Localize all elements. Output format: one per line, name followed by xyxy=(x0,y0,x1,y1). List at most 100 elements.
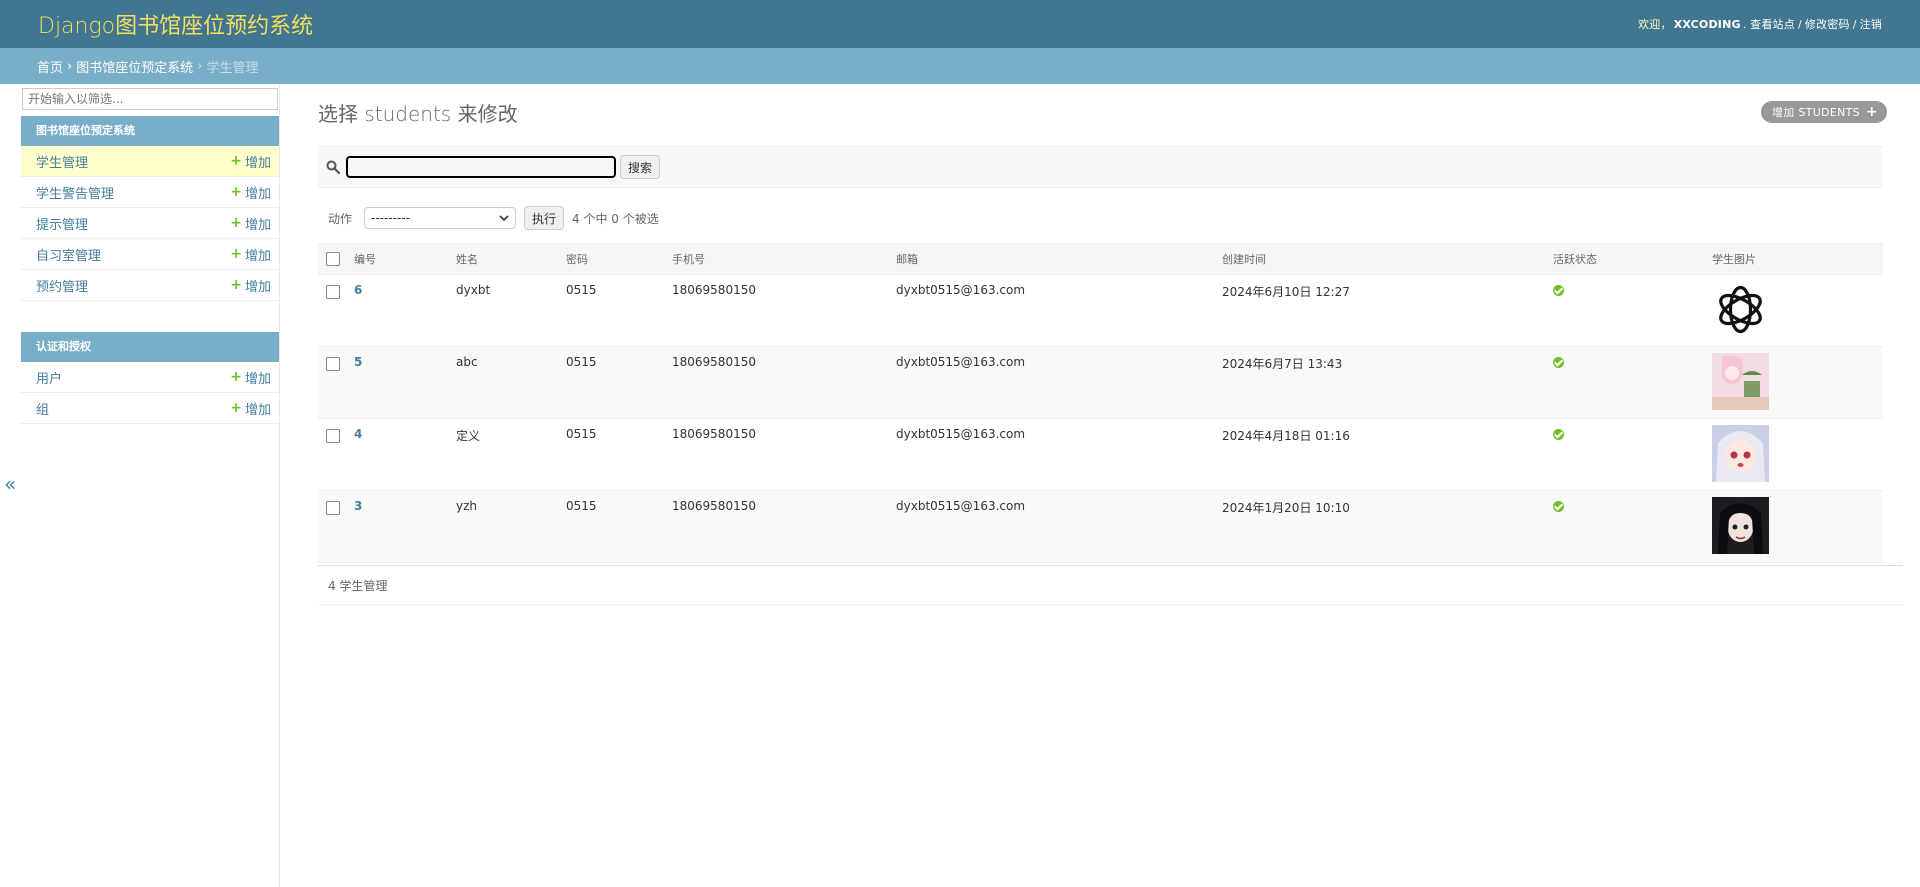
add-link[interactable]: + 增加 xyxy=(230,152,271,171)
cell-created: 2024年1月20日 10:10 xyxy=(1216,490,1547,563)
cell-password: 0515 xyxy=(560,418,666,491)
row-checkbox[interactable] xyxy=(326,501,340,515)
search-toolbar: 搜索 xyxy=(318,146,1883,188)
check-circle-icon xyxy=(1553,501,1564,512)
column-header[interactable]: 密码 xyxy=(560,243,666,275)
breadcrumb-home[interactable]: 首页 xyxy=(37,57,63,76)
page-title: 选择 students 来修改 xyxy=(318,102,518,126)
module-caption[interactable]: 图书馆座位预定系统 xyxy=(21,116,279,146)
column-header[interactable]: 学生图片 xyxy=(1706,243,1883,275)
toggle-sidebar-button[interactable]: « xyxy=(4,472,16,496)
column-header[interactable]: 手机号 xyxy=(666,243,890,275)
app-module-library: 图书馆座位预定系统 学生管理 + 增加 学生警告管理 + 增加 提示管理 + 增加 自… xyxy=(21,116,279,301)
add-link[interactable]: + 增加 xyxy=(230,183,271,202)
app-module-auth: 认证和授权 用户 + 增加 组 + 增加 xyxy=(21,332,279,424)
search-button[interactable]: 搜索 xyxy=(620,155,661,179)
view-site-link[interactable]: 查看站点 xyxy=(1750,18,1795,31)
search-icon xyxy=(326,160,340,174)
selection-counter: 4 个中 0 个被选 xyxy=(572,211,659,226)
sidebar-item-label[interactable]: 学生管理 xyxy=(36,152,88,171)
sidebar: 图书馆座位预定系统 学生管理 +增加 学生警告管理 +增加 提示管理 +增加 自… xyxy=(21,84,280,887)
add-students-button[interactable]: 增加 STUDENTS + xyxy=(1761,101,1887,123)
cell-name: abc xyxy=(450,346,560,419)
row-checkbox[interactable] xyxy=(326,357,340,371)
column-header[interactable]: 编号 xyxy=(348,243,450,275)
action-select[interactable]: --------- xyxy=(364,207,517,229)
cell-phone: 18069580150 xyxy=(666,346,890,419)
table-row: 5 abc 0515 18069580150 dyxbt0515@163.com… xyxy=(318,346,1883,419)
add-link[interactable]: + 增加 xyxy=(230,214,271,233)
add-link[interactable]: + 增加 xyxy=(230,245,271,264)
column-header[interactable]: 姓名 xyxy=(450,243,560,275)
cell-name: dyxbt xyxy=(450,274,560,347)
add-link[interactable]: + 增加 xyxy=(230,399,271,418)
site-name[interactable]: Django图书馆座位预约系统 xyxy=(38,8,313,40)
add-students-label: 增加 STUDENTS xyxy=(1772,106,1860,119)
row-id-link[interactable]: 6 xyxy=(354,283,362,297)
change-password-link[interactable]: 修改密码 xyxy=(1805,18,1850,31)
row-id-link[interactable]: 4 xyxy=(354,427,362,441)
student-image xyxy=(1712,425,1769,482)
sidebar-item-label[interactable]: 预约管理 xyxy=(36,276,88,295)
student-image xyxy=(1712,281,1769,338)
sidebar-item-groups: 组 + 增加 xyxy=(21,393,279,424)
sidebar-item-warnings: 学生警告管理 + 增加 xyxy=(21,177,279,208)
cell-name: yzh xyxy=(450,490,560,563)
cell-email: dyxbt0515@163.com xyxy=(890,274,1216,347)
plus-icon: + xyxy=(230,153,242,169)
paginator: 4 学生管理 xyxy=(318,565,1903,605)
cell-password: 0515 xyxy=(560,346,666,419)
sidebar-item-label[interactable]: 用户 xyxy=(36,368,62,387)
plus-icon: + xyxy=(230,246,242,262)
action-selected-value: --------- xyxy=(371,211,410,225)
row-id-link[interactable]: 3 xyxy=(354,499,362,513)
cell-created: 2024年6月7日 13:43 xyxy=(1216,346,1547,419)
sidebar-item-users: 用户 + 增加 xyxy=(21,362,279,393)
add-link[interactable]: + 增加 xyxy=(230,276,271,295)
cell-phone: 18069580150 xyxy=(666,274,890,347)
add-link[interactable]: + 增加 xyxy=(230,368,271,387)
sidebar-item-label[interactable]: 提示管理 xyxy=(36,214,88,233)
cell-name: 定义 xyxy=(450,418,560,491)
logout-link[interactable]: 注销 xyxy=(1860,18,1882,31)
column-header[interactable]: 邮箱 xyxy=(890,243,1216,275)
actions-bar: 动作 --------- 执行 4 个中 0 个被选 xyxy=(318,200,659,236)
sidebar-item-notices: 提示管理 + 增加 xyxy=(21,208,279,239)
sidebar-item-label[interactable]: 自习室管理 xyxy=(36,245,101,264)
select-all-checkbox[interactable] xyxy=(326,251,340,266)
check-circle-icon xyxy=(1553,429,1564,440)
table-row: 4 定义 0515 18069580150 dyxbt0515@163.com … xyxy=(318,418,1883,491)
module-caption[interactable]: 认证和授权 xyxy=(21,332,279,362)
search-input[interactable] xyxy=(346,156,616,178)
sidebar-item-reservations: 预约管理 + 增加 xyxy=(21,270,279,301)
cell-phone: 18069580150 xyxy=(666,490,890,563)
check-circle-icon xyxy=(1553,357,1564,368)
cell-email: dyxbt0515@163.com xyxy=(890,490,1216,563)
breadcrumb: 首页 › 图书馆座位预定系统 › 学生管理 xyxy=(0,48,1920,84)
breadcrumb-current: 学生管理 xyxy=(206,60,259,76)
student-image xyxy=(1712,353,1769,410)
cell-email: dyxbt0515@163.com xyxy=(890,418,1216,491)
sidebar-item-students: 学生管理 + 增加 xyxy=(21,146,279,177)
student-image xyxy=(1712,497,1769,554)
column-header[interactable]: 创建时间 xyxy=(1216,243,1547,275)
table-header-row: 编号 姓名 密码 手机号 邮箱 创建时间 活跃状态 学生图片 xyxy=(318,243,1883,275)
chevron-down-icon xyxy=(499,215,509,222)
check-circle-icon xyxy=(1553,285,1564,296)
results-table: 编号 姓名 密码 手机号 邮箱 创建时间 活跃状态 学生图片 6 dyxbt 0… xyxy=(318,243,1883,563)
row-checkbox[interactable] xyxy=(326,285,340,299)
sidebar-item-label[interactable]: 学生警告管理 xyxy=(36,183,114,202)
go-button[interactable]: 执行 xyxy=(524,206,565,230)
cell-password: 0515 xyxy=(560,274,666,347)
row-checkbox[interactable] xyxy=(326,429,340,443)
nav-filter-input[interactable] xyxy=(22,88,278,110)
plus-icon: + xyxy=(230,369,242,385)
cell-phone: 18069580150 xyxy=(666,418,890,491)
sidebar-item-label[interactable]: 组 xyxy=(36,399,49,418)
cell-email: dyxbt0515@163.com xyxy=(890,346,1216,419)
breadcrumb-app[interactable]: 图书馆座位预定系统 xyxy=(76,57,193,76)
username: XXCODING xyxy=(1673,18,1741,31)
row-id-link[interactable]: 5 xyxy=(354,355,362,369)
header: Django图书馆座位预约系统 欢迎， XXCODING. 查看站点 / 修改密码 / 注… xyxy=(0,0,1920,48)
column-header[interactable]: 活跃状态 xyxy=(1547,243,1706,275)
